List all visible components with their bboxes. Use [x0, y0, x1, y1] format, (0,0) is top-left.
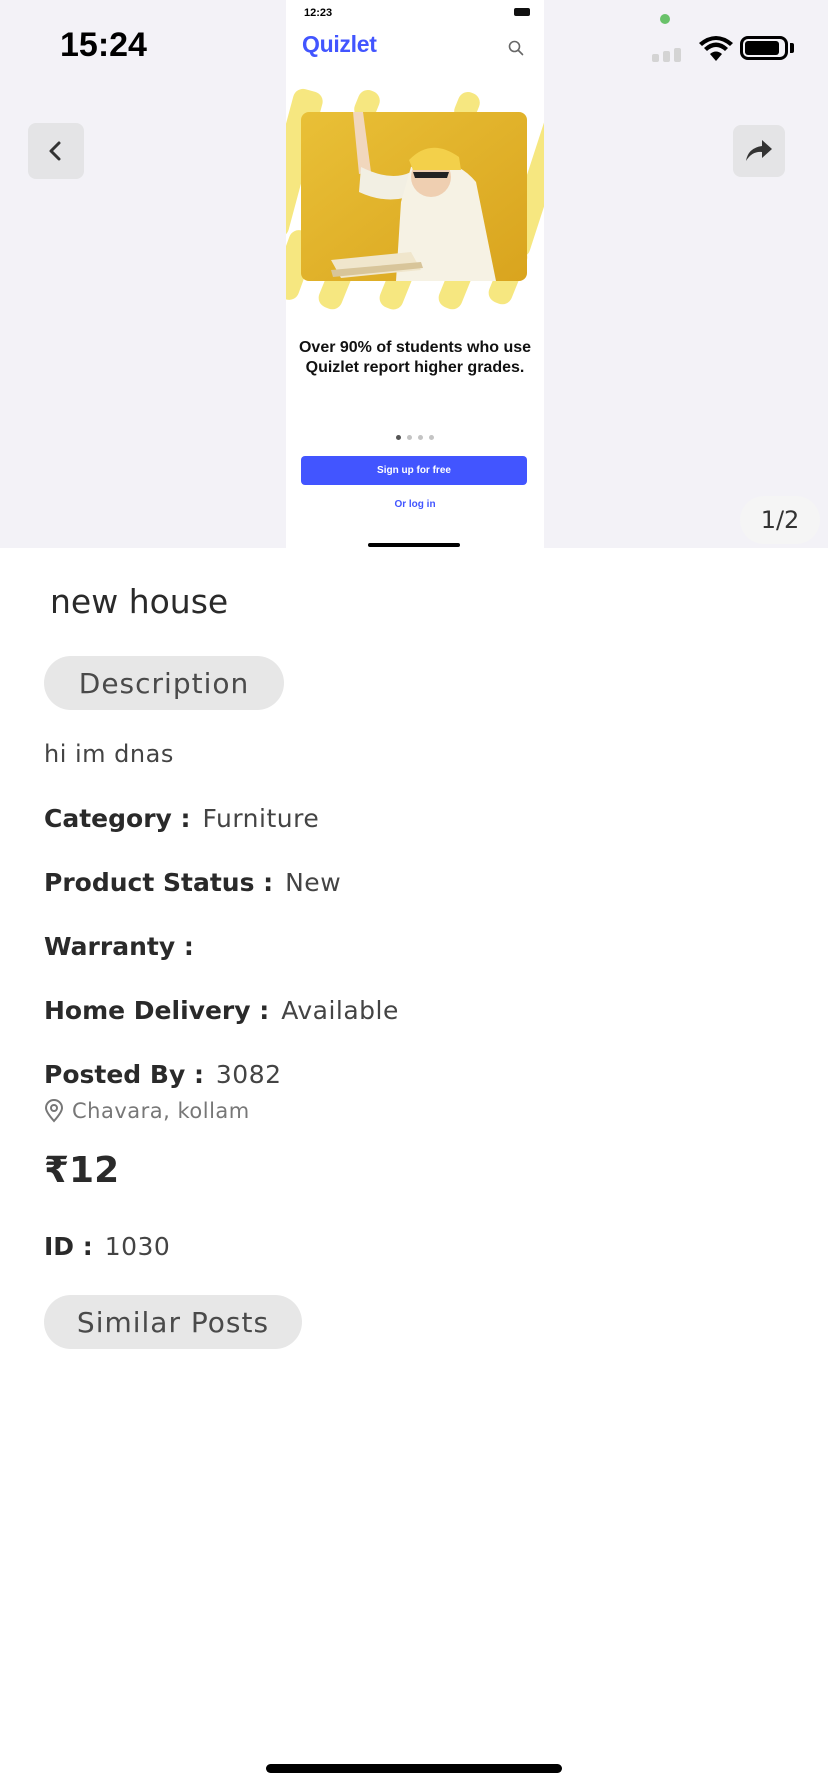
wifi-icon — [699, 36, 733, 61]
preview-status-icons — [484, 8, 530, 17]
id-label: ID : — [44, 1232, 93, 1261]
status-time: 15:24 — [60, 26, 147, 64]
id-row: ID : 1030 — [44, 1232, 170, 1261]
chevron-left-icon — [49, 141, 61, 161]
warranty-label: Warranty : — [44, 932, 194, 961]
back-button[interactable] — [28, 123, 84, 179]
product-status-row: Product Status : New — [44, 868, 341, 897]
posted-by-label: Posted By : — [44, 1060, 204, 1089]
preview-home-indicator — [368, 543, 460, 547]
preview-search-icon — [508, 40, 524, 56]
preview-headline-line-2: Quizlet report higher grades. — [305, 359, 525, 376]
posted-by-value: 3082 — [215, 1060, 282, 1089]
product-status-label: Product Status : — [44, 868, 274, 897]
price: ₹12 — [44, 1150, 120, 1191]
battery-icon — [740, 36, 788, 60]
location-text: Chavara, kollam — [72, 1099, 250, 1123]
home-indicator[interactable] — [266, 1764, 562, 1773]
home-delivery-label: Home Delivery : — [44, 996, 270, 1025]
warranty-row: Warranty : — [44, 932, 198, 961]
description-text: hi im dnas — [44, 740, 174, 768]
share-arrow-icon — [746, 140, 772, 161]
preview-signup-button: Sign up for free — [301, 456, 527, 485]
location-pin-icon — [44, 1099, 64, 1123]
product-status-value: New — [285, 868, 342, 897]
image-counter: 1/2 — [740, 496, 820, 544]
category-value: Furniture — [202, 804, 320, 833]
preview-student-photo — [301, 112, 527, 281]
battery-tip — [790, 43, 794, 53]
similar-posts-button[interactable]: Similar Posts — [44, 1295, 302, 1349]
preview-page-dots — [396, 435, 436, 441]
share-button[interactable] — [733, 125, 785, 177]
cellular-signal-icon — [652, 48, 692, 62]
listing-title: new house — [50, 582, 229, 621]
location-row: Chavara, kollam — [44, 1099, 250, 1123]
home-delivery-value: Available — [281, 996, 399, 1025]
posted-by-row: Posted By : 3082 — [44, 1060, 282, 1089]
preview-login-link: Or log in — [394, 499, 436, 510]
description-button[interactable]: Description — [44, 656, 284, 710]
category-label: Category : — [44, 804, 191, 833]
screenshot-preview: 12:23 Quizlet Over 90% of students who u… — [286, 0, 544, 548]
category-row: Category : Furniture — [44, 804, 319, 833]
id-value: 1030 — [104, 1232, 171, 1261]
preview-headline: Over 90% of students who use Quizlet rep… — [286, 338, 544, 378]
home-delivery-row: Home Delivery : Available — [44, 996, 399, 1025]
preview-status-time: 12:23 — [304, 7, 333, 19]
preview-headline-line-1: Over 90% of students who use — [298, 339, 532, 356]
preview-battery-icon — [514, 8, 530, 16]
preview-logo: Quizlet — [302, 31, 377, 57]
image-gallery[interactable]: 15:24 12:23 Quizlet Over 90% of students… — [0, 0, 828, 548]
privacy-indicator-dot — [660, 14, 670, 24]
